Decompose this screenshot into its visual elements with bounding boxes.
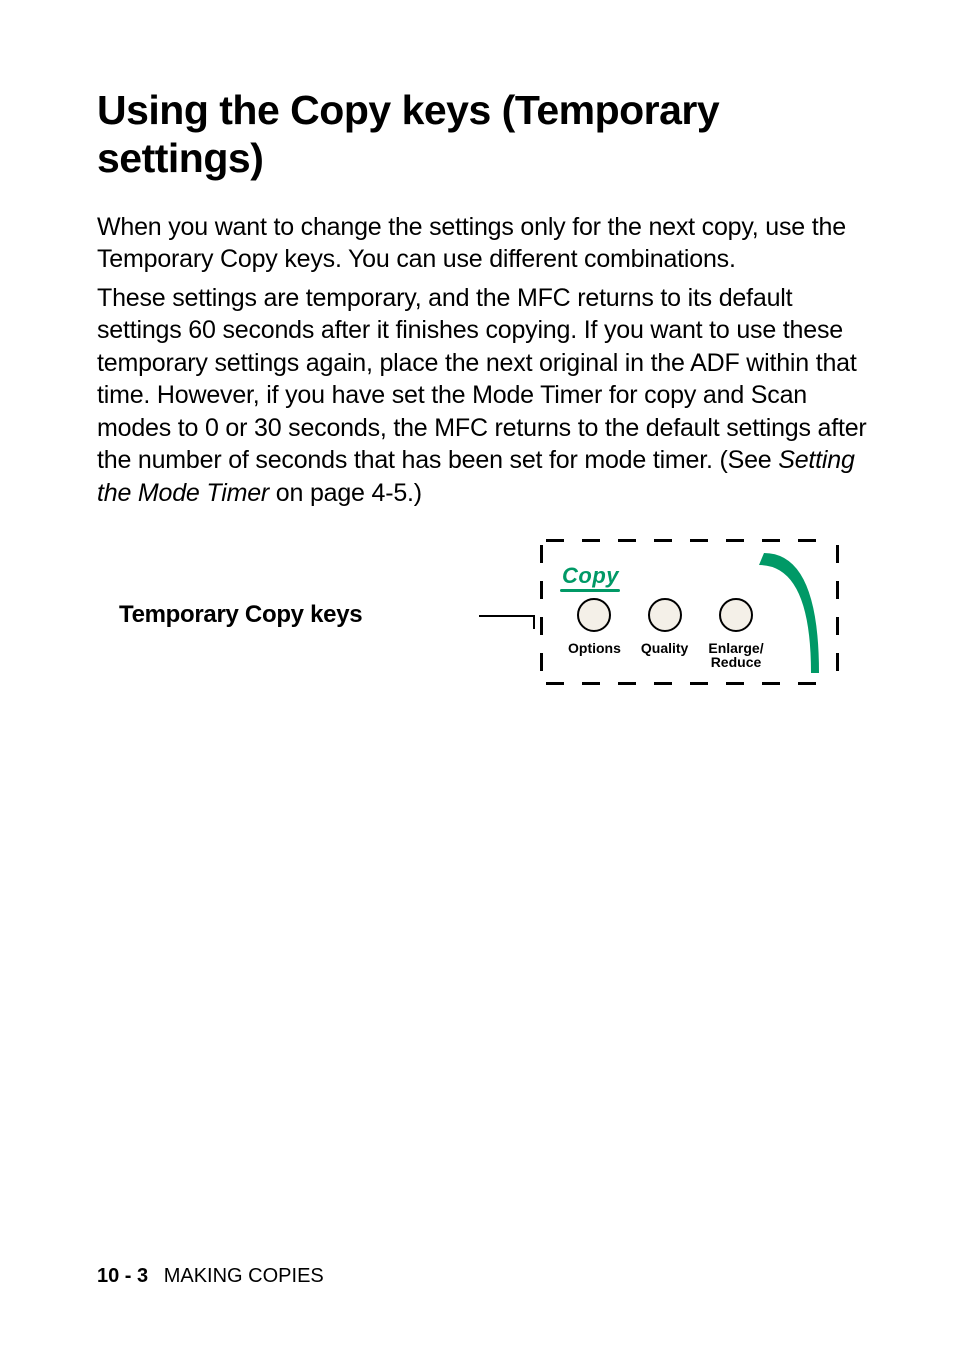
enlarge-reduce-label: Enlarge/ Reduce <box>708 641 763 669</box>
page-heading: Using the Copy keys (Temporary settings) <box>97 86 876 183</box>
quality-button: Quality <box>641 595 688 669</box>
paragraph-2a: These settings are temporary, and the MF… <box>97 284 867 475</box>
paragraph-2: These settings are temporary, and the MF… <box>97 282 876 510</box>
copy-panel: Copy Options Quality <box>540 539 839 685</box>
button-icon <box>574 595 614 635</box>
page-number: 10 - 3 <box>97 1265 148 1287</box>
options-label: Options <box>568 641 621 655</box>
copy-title-underline <box>560 589 620 592</box>
page-footer: 10 - 3 MAKING COPIES <box>97 1265 324 1288</box>
button-icon <box>716 595 756 635</box>
section-title: MAKING COPIES <box>164 1265 324 1287</box>
quality-label: Quality <box>641 641 688 655</box>
figure-copy-keys: Temporary Copy keys Copy Options <box>97 539 876 719</box>
button-icon <box>645 595 685 635</box>
figure-callout-label: Temporary Copy keys <box>119 601 362 629</box>
copy-swoosh-icon <box>759 545 829 675</box>
paragraph-1: When you want to change the settings onl… <box>97 211 876 276</box>
copy-panel-title: Copy <box>562 563 619 589</box>
paragraph-2c: on page 4-5.) <box>269 479 422 507</box>
page: Using the Copy keys (Temporary settings)… <box>0 0 954 1352</box>
options-button: Options <box>568 595 621 669</box>
copy-buttons-row: Options Quality Enlarge/ Reduce <box>568 595 764 669</box>
figure-leader-line <box>479 615 535 629</box>
enlarge-reduce-button: Enlarge/ Reduce <box>708 595 763 669</box>
